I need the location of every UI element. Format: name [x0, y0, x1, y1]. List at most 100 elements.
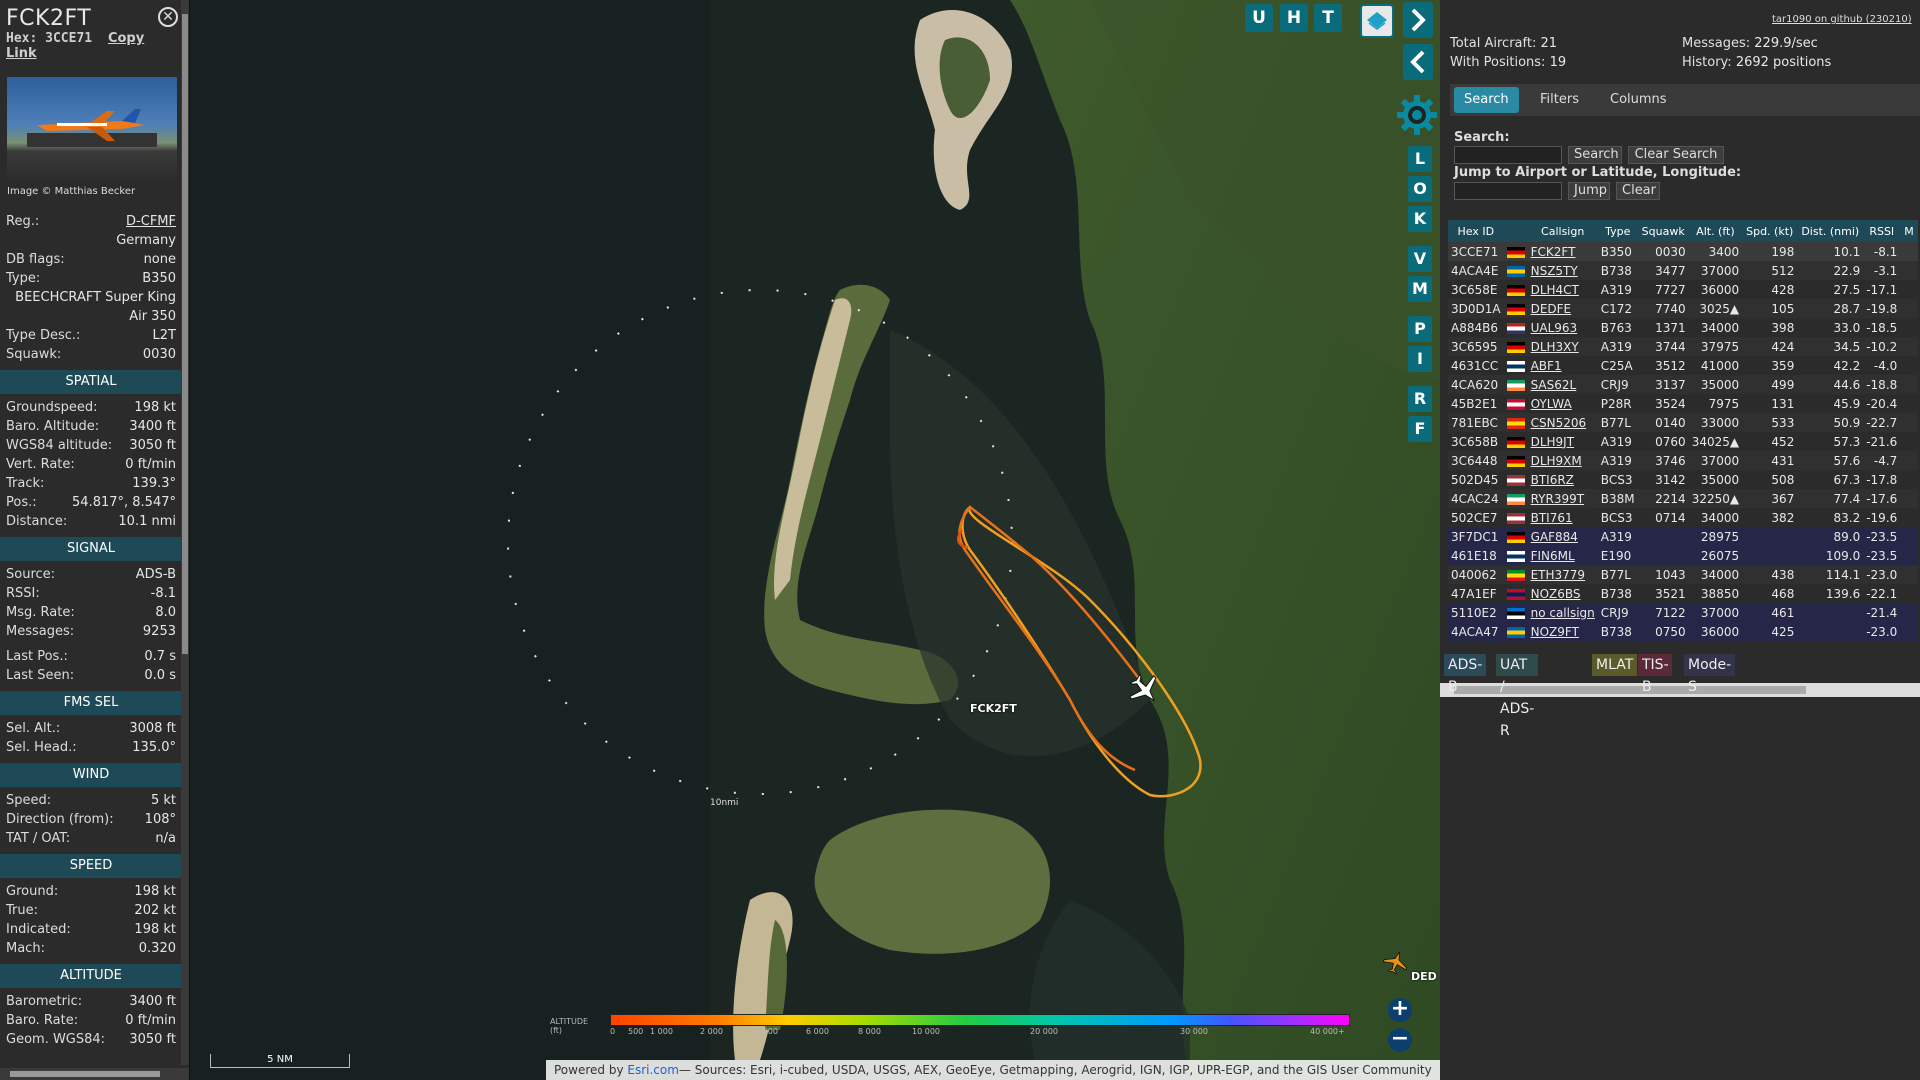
table-row[interactable]: 3C6448 DLH9XM A319 3746 37000 431 57.6 -4.7 — [1448, 451, 1918, 470]
rssi-cell: -4.7 — [1863, 451, 1901, 470]
table-row[interactable]: 040062 ETH3779 B77L 1043 34000 438 114.1 -23.0 — [1448, 565, 1918, 584]
jump-input[interactable] — [1454, 182, 1562, 200]
tab-search[interactable]: Search — [1454, 87, 1519, 113]
map-button-k[interactable]: K — [1408, 206, 1432, 232]
settings-button[interactable] — [1394, 92, 1437, 135]
callsign-cell: DEDFE — [1527, 299, 1598, 318]
aircraft-table: Hex ID Callsign Type Squawk Alt. (ft) Sp… — [1448, 220, 1918, 641]
table-row[interactable]: 3C658E DLH4CT A319 7727 36000 428 27.5 -17.1 — [1448, 280, 1918, 299]
map-button-p[interactable]: P — [1408, 316, 1432, 342]
clear-search-button[interactable]: Clear Search — [1628, 146, 1724, 164]
table-row[interactable]: 3C658B DLH9JT A319 0760 34025▲ 452 57.3 -21.6 — [1448, 432, 1918, 451]
table-horizontal-scrollbar[interactable] — [1440, 683, 1920, 697]
map-button-m[interactable]: M — [1408, 276, 1432, 302]
table-row[interactable]: 4CA620 SAS62L CRJ9 3137 35000 499 44.6 -18.8 — [1448, 375, 1918, 394]
tab-filters[interactable]: Filters — [1530, 87, 1589, 113]
aircraft-photo[interactable] — [7, 77, 177, 183]
table-row[interactable]: 781EBC CSN5206 B77L 0140 33000 533 50.9 -22.7 — [1448, 413, 1918, 432]
gear-icon — [1397, 95, 1437, 135]
zoom-out-button[interactable]: − — [1388, 1028, 1412, 1052]
with-positions-label: With Positions: — [1450, 55, 1546, 70]
jump-button[interactable]: Jump — [1568, 182, 1610, 200]
table-row[interactable]: 3C6595 DLH3XY A319 3744 37975 424 34.5 -10.2 — [1448, 337, 1918, 356]
type-cell: P28R — [1597, 394, 1638, 413]
layers-button[interactable] — [1360, 4, 1394, 38]
zoom-in-button[interactable]: + — [1388, 998, 1412, 1022]
close-icon[interactable]: ✕ — [158, 7, 178, 27]
table-row[interactable]: 502CE7 BTI761 BCS3 0714 34000 382 83.2 -19.6 — [1448, 508, 1918, 527]
col-rssi[interactable]: RSSI — [1863, 220, 1901, 242]
col-type[interactable]: Type — [1597, 220, 1638, 242]
distance-cell: 139.6 — [1797, 584, 1864, 603]
speed-cell: 533 — [1742, 413, 1798, 432]
messages-rate-label: Messages: — [1682, 36, 1751, 51]
info-scroll-thumb[interactable] — [182, 14, 188, 654]
tat-oat-label: TAT / OAT: — [6, 831, 71, 846]
hex-cell: 3C658B — [1448, 432, 1504, 451]
alt-tick: 30 000 — [1180, 1027, 1208, 1036]
github-link[interactable]: tar1090 on github (230210) — [1772, 14, 1912, 25]
map-button-l[interactable]: L — [1408, 146, 1432, 172]
distance-cell: 28.7 — [1797, 299, 1864, 318]
col-distance[interactable]: Dist. (nmi) — [1797, 220, 1864, 242]
col-flag[interactable] — [1503, 220, 1528, 242]
messages-row: Messages: 9253 — [0, 622, 182, 641]
map-button-h[interactable]: H — [1280, 4, 1308, 32]
type-cell: A319 — [1597, 432, 1638, 451]
table-row[interactable]: 4ACA4E NSZ5TY B738 3477 37000 512 22.9 -3.1 — [1448, 261, 1918, 280]
col-more[interactable]: M — [1900, 220, 1918, 242]
alt-tick: 10 000 — [912, 1027, 940, 1036]
clear-jump-button[interactable]: Clear — [1616, 182, 1660, 200]
speed-cell: 131 — [1742, 394, 1798, 413]
vert-rate-label: Vert. Rate: — [6, 457, 75, 472]
callsign-cell: SAS62L — [1527, 375, 1598, 394]
col-squawk[interactable]: Squawk — [1637, 220, 1689, 242]
map-button-r[interactable]: R — [1408, 386, 1432, 412]
map-button-u[interactable]: U — [1245, 4, 1273, 32]
rssi-cell: -23.5 — [1863, 527, 1901, 546]
table-row[interactable]: 5110E2 no callsign CRJ9 7122 37000 461 -21.4 — [1448, 603, 1918, 622]
island-foehr — [814, 809, 1050, 954]
info-horizontal-scrollbar[interactable] — [0, 1068, 189, 1080]
table-row[interactable]: 45B2E1 OYLWA P28R 3524 7975 131 45.9 -20.4 — [1448, 394, 1918, 413]
map-button-v[interactable]: V — [1408, 246, 1432, 272]
table-row[interactable]: 4CAC24 RYR399T B38M 2214 32250▲ 367 77.4 -17.6 — [1448, 489, 1918, 508]
col-hex[interactable]: Hex ID — [1448, 220, 1504, 242]
messages-value: 9253 — [142, 624, 176, 639]
col-callsign[interactable]: Callsign — [1527, 220, 1598, 242]
table-row[interactable]: A884B6 UAL963 B763 1371 34000 398 33.0 -18.5 — [1448, 318, 1918, 337]
reg-link[interactable]: D-CFMF — [126, 214, 176, 229]
col-altitude[interactable]: Alt. (ft) — [1688, 220, 1743, 242]
table-row[interactable]: 3D0D1A DEDFE C172 7740 3025▲ 105 28.7 -19.8 — [1448, 299, 1918, 318]
search-button[interactable]: Search — [1568, 146, 1622, 164]
flag-icon — [1506, 417, 1525, 429]
collapse-sidebar-button[interactable] — [1403, 44, 1433, 80]
info-hscroll-thumb[interactable] — [10, 1071, 160, 1077]
table-row[interactable]: 461E18 FIN6ML E190 26075 109.0 -23.5 — [1448, 546, 1918, 565]
map-button-o[interactable]: O — [1408, 176, 1432, 202]
info-vertical-scrollbar[interactable] — [181, 0, 189, 1065]
table-row[interactable]: 3F7DC1 GAF884 A319 28975 89.0 -23.5 — [1448, 527, 1918, 546]
table-hscroll-thumb[interactable] — [1454, 686, 1806, 694]
flag-icon — [1506, 512, 1525, 524]
expand-sidebar-button[interactable] — [1403, 2, 1433, 38]
table-row[interactable]: 502D45 BTI6RZ BCS3 3142 35000 508 67.3 -17.8 — [1448, 470, 1918, 489]
table-row[interactable]: 4ACA47 NOZ9FT B738 0750 36000 425 -23.0 — [1448, 622, 1918, 641]
map-button-i[interactable]: I — [1408, 346, 1432, 372]
table-row[interactable]: 4631CC ABF1 C25A 3512 41000 359 42.2 -4.0 — [1448, 356, 1918, 375]
tab-columns[interactable]: Columns — [1600, 87, 1677, 113]
map-button-f[interactable]: F — [1408, 416, 1432, 442]
table-row[interactable]: 47A1EF NOZ6BS B738 3521 38850 468 139.6 -22.1 — [1448, 584, 1918, 603]
map-canvas[interactable]: FCK2FT 10nmi DED U H T L O K V M P I R F… — [190, 0, 1440, 1080]
track-value: 139.3° — [132, 476, 176, 491]
distance-cell: 44.6 — [1797, 375, 1864, 394]
attribution-link[interactable]: Esri.com — [627, 1063, 679, 1077]
search-input[interactable] — [1454, 146, 1562, 164]
table-row[interactable]: 3CCE71 FCK2FT B350 0030 3400 198 10.1 -8.1 — [1448, 242, 1918, 261]
baro-altitude-row: Baro. Altitude: 3400 ft — [0, 417, 182, 436]
distance-cell: 34.5 — [1797, 337, 1864, 356]
sidebar-tabs: Search Filters Columns — [1450, 84, 1920, 116]
map-button-t[interactable]: T — [1314, 4, 1342, 32]
col-speed[interactable]: Spd. (kt) — [1742, 220, 1798, 242]
rssi-label: RSSI: — [6, 586, 40, 601]
